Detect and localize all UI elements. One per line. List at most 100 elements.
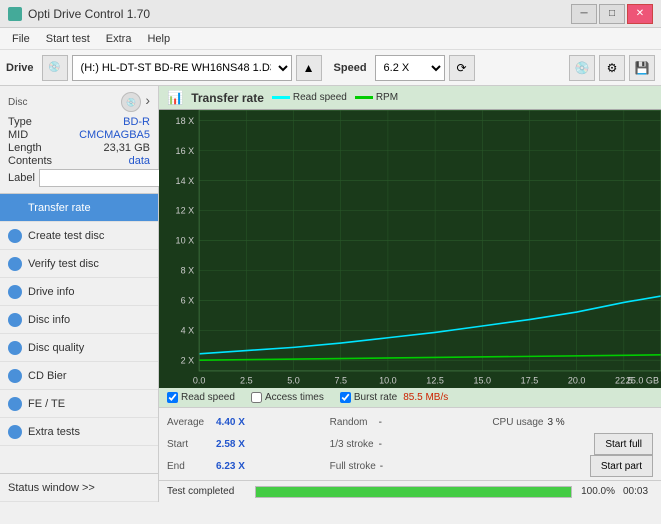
nav-verify-test-disc[interactable]: Verify test disc [0, 250, 158, 278]
stat-end-label: End [167, 461, 212, 472]
stat-random-row: Random - [330, 412, 491, 432]
read-speed-checkbox-item: Read speed [167, 392, 235, 403]
svg-text:18 X: 18 X [176, 116, 195, 126]
stat-average-value: 4.40 X [216, 417, 245, 428]
menu-help[interactable]: Help [139, 31, 178, 47]
start-part-button[interactable]: Start part [590, 455, 653, 477]
stat-cpu-value: 3 % [547, 417, 564, 428]
svg-text:16 X: 16 X [176, 146, 195, 156]
toolbar: Drive 💿 (H:) HL-DT-ST BD-RE WH16NS48 1.D… [0, 50, 661, 86]
stat-end-value: 6.23 X [216, 461, 245, 472]
chart-header: 📊 Transfer rate Read speed RPM [159, 86, 661, 110]
transfer-rate-icon [8, 201, 22, 215]
drive-info-icon [8, 285, 22, 299]
nav-drive-info[interactable]: Drive info [0, 278, 158, 306]
legend-read-speed-label: Read speed [293, 92, 347, 103]
nav-disc-info[interactable]: Disc info [0, 306, 158, 334]
svg-text:20.0: 20.0 [568, 375, 586, 385]
access-times-checkbox[interactable] [251, 392, 262, 403]
access-times-checkbox-item: Access times [251, 392, 324, 403]
disc-label-row: Label 🔍 [8, 169, 150, 187]
drive-select[interactable]: (H:) HL-DT-ST BD-RE WH16NS48 1.D3 [72, 55, 292, 81]
svg-text:15.0: 15.0 [473, 375, 491, 385]
read-speed-checkbox[interactable] [167, 392, 178, 403]
nav-extra-tests[interactable]: Extra tests [0, 418, 158, 446]
maximize-button[interactable]: □ [599, 4, 625, 24]
stat-start-label: Start [167, 439, 212, 450]
disc-mid-label: MID [8, 129, 28, 141]
stat-stroke13-value: - [379, 439, 382, 450]
status-window-item[interactable]: Status window >> [0, 474, 158, 502]
menu-start-test[interactable]: Start test [38, 31, 98, 47]
menu-extra[interactable]: Extra [98, 31, 140, 47]
minimize-button[interactable]: ─ [571, 4, 597, 24]
disc-type-label: Type [8, 116, 32, 128]
speed-select[interactable]: 6.2 X [375, 55, 445, 81]
disc-contents-value: data [129, 155, 150, 167]
stat-full-stroke-value: - [380, 461, 383, 472]
disc-mid-value: CMCMAGBA5 [79, 129, 150, 141]
disc-label-label: Label [8, 172, 35, 184]
stat-full-stroke-label: Full stroke [330, 461, 376, 472]
svg-text:5.0: 5.0 [287, 375, 300, 385]
disc-button[interactable]: 💿 [569, 55, 595, 81]
disc-mid-row: MID CMCMAGBA5 [8, 129, 150, 141]
stat-average-label: Average [167, 417, 212, 428]
nav-drive-info-label: Drive info [28, 286, 74, 298]
stat-stroke13-label: 1/3 stroke [330, 439, 375, 450]
drive-label: Drive [6, 62, 34, 74]
disc-type-value: BD-R [123, 116, 150, 128]
progress-bar-container: Test completed 100.0% 00:03 [159, 480, 661, 502]
disc-label-input[interactable] [39, 169, 177, 187]
svg-text:8 X: 8 X [181, 265, 195, 275]
nav-cd-bier[interactable]: CD Bier [0, 362, 158, 390]
svg-text:10 X: 10 X [176, 235, 195, 245]
settings-button[interactable]: ⚙ [599, 55, 625, 81]
titlebar: Opti Drive Control 1.70 ─ □ ✕ [0, 0, 661, 28]
stat-end-row: End 6.23 X [167, 456, 328, 476]
chart-svg: 18 X 16 X 14 X 12 X 10 X 8 X 6 X 4 X 2 X… [159, 110, 661, 388]
nav-fe-te[interactable]: FE / TE [0, 390, 158, 418]
nav-extra-tests-label: Extra tests [28, 426, 80, 438]
nav-disc-quality[interactable]: Disc quality [0, 334, 158, 362]
legend-rpm: RPM [355, 92, 398, 103]
save-button[interactable]: 💾 [629, 55, 655, 81]
stat-start-full-row: Start full [492, 434, 653, 454]
menubar: File Start test Extra Help [0, 28, 661, 50]
nav-fe-te-label: FE / TE [28, 398, 65, 410]
access-times-checkbox-label[interactable]: Access times [265, 392, 324, 403]
read-speed-checkbox-label[interactable]: Read speed [181, 392, 235, 403]
refresh-button[interactable]: ⟳ [449, 55, 475, 81]
chart-title: Transfer rate [191, 91, 264, 105]
chart-title-icon: 📊 [167, 90, 183, 106]
drive-icon-btn[interactable]: 💿 [42, 55, 68, 81]
close-button[interactable]: ✕ [627, 4, 653, 24]
eject-button[interactable]: ▲ [296, 55, 322, 81]
nav-cd-bier-label: CD Bier [28, 370, 67, 382]
disc-section: Disc 💿 › Type BD-R MID CMCMAGBA5 Length … [0, 86, 158, 194]
progress-time: 00:03 [623, 486, 653, 497]
verify-test-disc-icon [8, 257, 22, 271]
progress-status-text: Test completed [167, 486, 247, 497]
burst-rate-checkbox[interactable] [340, 392, 351, 403]
content-area: 📊 Transfer rate Read speed RPM [159, 86, 661, 502]
disc-arrow-icon[interactable]: › [145, 92, 150, 112]
status-window-label: Status window >> [8, 482, 95, 494]
main-layout: Disc 💿 › Type BD-R MID CMCMAGBA5 Length … [0, 86, 661, 502]
svg-text:6 X: 6 X [181, 295, 195, 305]
svg-text:17.5: 17.5 [521, 375, 539, 385]
burst-rate-checkbox-label[interactable]: Burst rate [354, 392, 397, 403]
fe-te-icon [8, 397, 22, 411]
sidebar: Disc 💿 › Type BD-R MID CMCMAGBA5 Length … [0, 86, 159, 502]
chart-controls: Read speed Access times Burst rate 85.5 … [159, 388, 661, 407]
disc-image-icon[interactable]: 💿 [121, 92, 141, 112]
menu-file[interactable]: File [4, 31, 38, 47]
burst-rate-checkbox-item: Burst rate 85.5 MB/s [340, 392, 448, 403]
nav-transfer-rate[interactable]: Transfer rate [0, 194, 158, 222]
nav-create-test-disc[interactable]: Create test disc [0, 222, 158, 250]
legend-read-speed: Read speed [272, 92, 347, 103]
disc-contents-label: Contents [8, 155, 52, 167]
progress-fill [256, 487, 571, 497]
start-full-button[interactable]: Start full [594, 433, 653, 455]
stats-section: Average 4.40 X Random - CPU usage 3 % St… [159, 407, 661, 480]
